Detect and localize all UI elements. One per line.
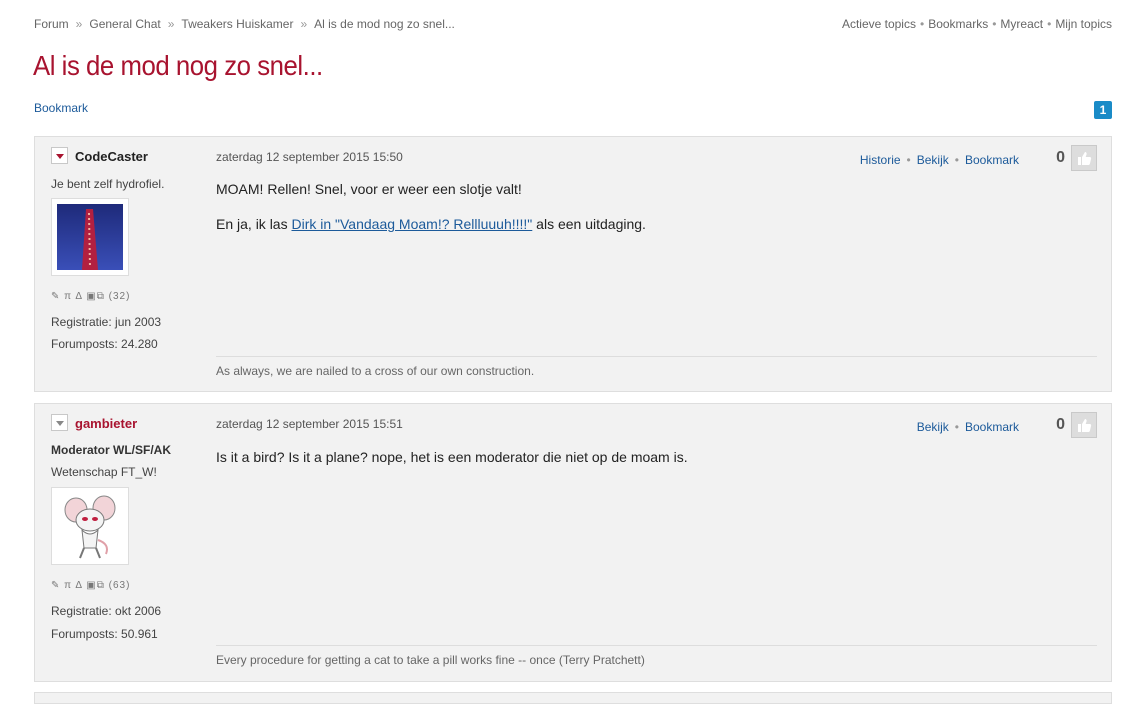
computer-icon[interactable]: ▣ — [86, 291, 96, 302]
post-username[interactable]: gambieter — [75, 416, 137, 431]
post-actions: Bekijk • Bookmark — [917, 420, 1019, 434]
avatar-image — [64, 495, 116, 559]
forum-post: CodeCaster Je bent zelf hydrofiel. ✎ π Δ… — [34, 136, 1112, 392]
breadcrumb-separator: » — [75, 17, 83, 31]
post-actions: Historie • Bekijk • Bookmark — [860, 153, 1019, 167]
breadcrumb-separator: » — [300, 17, 308, 31]
signature-divider — [216, 356, 1097, 357]
post-count-badge: (32) — [108, 291, 131, 302]
post-date[interactable]: zaterdag 12 september 2015 15:51 — [216, 417, 403, 431]
bekijk-link[interactable]: Bekijk — [917, 420, 949, 434]
dot-separator: • — [1047, 17, 1052, 31]
breadcrumb-forum[interactable]: Forum — [34, 17, 69, 31]
link-mijn-topics[interactable]: Mijn topics — [1055, 17, 1112, 31]
post-text: als een uitdaging. — [532, 216, 646, 232]
avatar[interactable] — [51, 487, 129, 565]
user-status-icons: ✎ π Δ ▣⧉ (32) — [51, 291, 130, 302]
triangle-icon: Δ — [75, 291, 83, 302]
post-count-badge: (63) — [108, 580, 131, 591]
thumbs-up-button[interactable] — [1071, 145, 1097, 171]
chevron-down-icon — [56, 421, 64, 426]
post-text-line: En ja, ik las Dirk in "Vandaag Moam!? Re… — [216, 216, 646, 232]
bekijk-link[interactable]: Bekijk — [917, 153, 949, 167]
breadcrumb-separator: » — [167, 17, 175, 31]
link-actieve-topics[interactable]: Actieve topics — [842, 17, 916, 31]
forum-post-partial — [34, 692, 1112, 704]
quoted-topic-link[interactable]: Dirk in "Vandaag Moam!? Rellluuuh!!!!" — [291, 216, 532, 232]
top-links: Actieve topics • Bookmarks • Myreact • Mijn to… — [842, 17, 1112, 31]
thumbs-up-icon — [1078, 419, 1092, 432]
thumbs-up-button[interactable] — [1071, 412, 1097, 438]
post-body: Is it a bird? Is it a plane? nope, het i… — [216, 449, 688, 484]
copy-icon[interactable]: ⧉ — [97, 580, 105, 591]
user-menu-toggle[interactable] — [51, 414, 68, 431]
link-myreact[interactable]: Myreact — [1000, 17, 1043, 31]
signature: As always, we are nailed to a cross of o… — [216, 364, 535, 378]
user-status-icons: ✎ π Δ ▣⧉ (63) — [51, 580, 130, 591]
forum-post-count: Forumposts: 50.961 — [51, 627, 158, 641]
pencil-icon: ✎ — [51, 291, 61, 302]
forum-post-count: Forumposts: 24.280 — [51, 337, 158, 351]
avatar[interactable] — [51, 198, 129, 276]
thumbs-up-icon — [1078, 152, 1092, 165]
breadcrumb-general-chat[interactable]: General Chat — [89, 17, 160, 31]
dot-separator: • — [906, 153, 911, 167]
registration-date: Registratie: okt 2006 — [51, 604, 162, 618]
chevron-down-icon — [56, 154, 64, 159]
user-custom-title: Je bent zelf hydrofiel. — [51, 177, 165, 191]
bookmark-topic-link[interactable]: Bookmark — [34, 101, 88, 115]
triangle-icon: Δ — [75, 580, 83, 591]
signature-divider — [216, 645, 1097, 646]
post-score: 0 — [1056, 149, 1065, 166]
page-title: Al is de mod nog zo snel... — [33, 50, 323, 81]
bookmark-post-link[interactable]: Bookmark — [965, 153, 1019, 167]
post-date[interactable]: zaterdag 12 september 2015 15:50 — [216, 150, 403, 164]
user-role: Moderator WL/SF/AK — [51, 443, 171, 457]
post-body: MOAM! Rellen! Snel, voor er weer een slo… — [216, 181, 646, 251]
post-text-line: MOAM! Rellen! Snel, voor er weer een slo… — [216, 181, 522, 197]
bookmark-post-link[interactable]: Bookmark — [965, 420, 1019, 434]
page-number-badge[interactable]: 1 — [1094, 101, 1112, 119]
pi-icon: π — [64, 291, 73, 302]
dot-separator: • — [954, 153, 959, 167]
post-score: 0 — [1056, 416, 1065, 433]
post-username[interactable]: CodeCaster — [75, 149, 148, 164]
post-text: En ja, ik las — [216, 216, 292, 232]
avatar-image — [57, 204, 123, 270]
forum-post: gambieter Moderator WL/SF/AK Wetenschap … — [34, 403, 1112, 682]
link-bookmarks[interactable]: Bookmarks — [928, 17, 988, 31]
breadcrumb-huiskamer[interactable]: Tweakers Huiskamer — [181, 17, 293, 31]
registration-date: Registratie: jun 2003 — [51, 315, 162, 329]
breadcrumb-current-topic[interactable]: Al is de mod nog zo snel... — [314, 17, 455, 31]
pi-icon: π — [64, 580, 73, 591]
computer-icon[interactable]: ▣ — [86, 580, 96, 591]
dot-separator: • — [954, 420, 959, 434]
copy-icon[interactable]: ⧉ — [97, 291, 105, 302]
post-text-line: Is it a bird? Is it a plane? nope, het i… — [216, 449, 688, 465]
user-custom-title: Wetenschap FT_W! — [51, 465, 157, 479]
user-menu-toggle[interactable] — [51, 147, 68, 164]
dot-separator: • — [919, 17, 925, 31]
signature: Every procedure for getting a cat to tak… — [216, 653, 645, 667]
historie-link[interactable]: Historie — [860, 153, 901, 167]
dot-separator: • — [992, 17, 997, 31]
breadcrumb: Forum » General Chat » Tweakers Huiskamer » Al… — [34, 17, 455, 31]
pencil-icon: ✎ — [51, 580, 61, 591]
